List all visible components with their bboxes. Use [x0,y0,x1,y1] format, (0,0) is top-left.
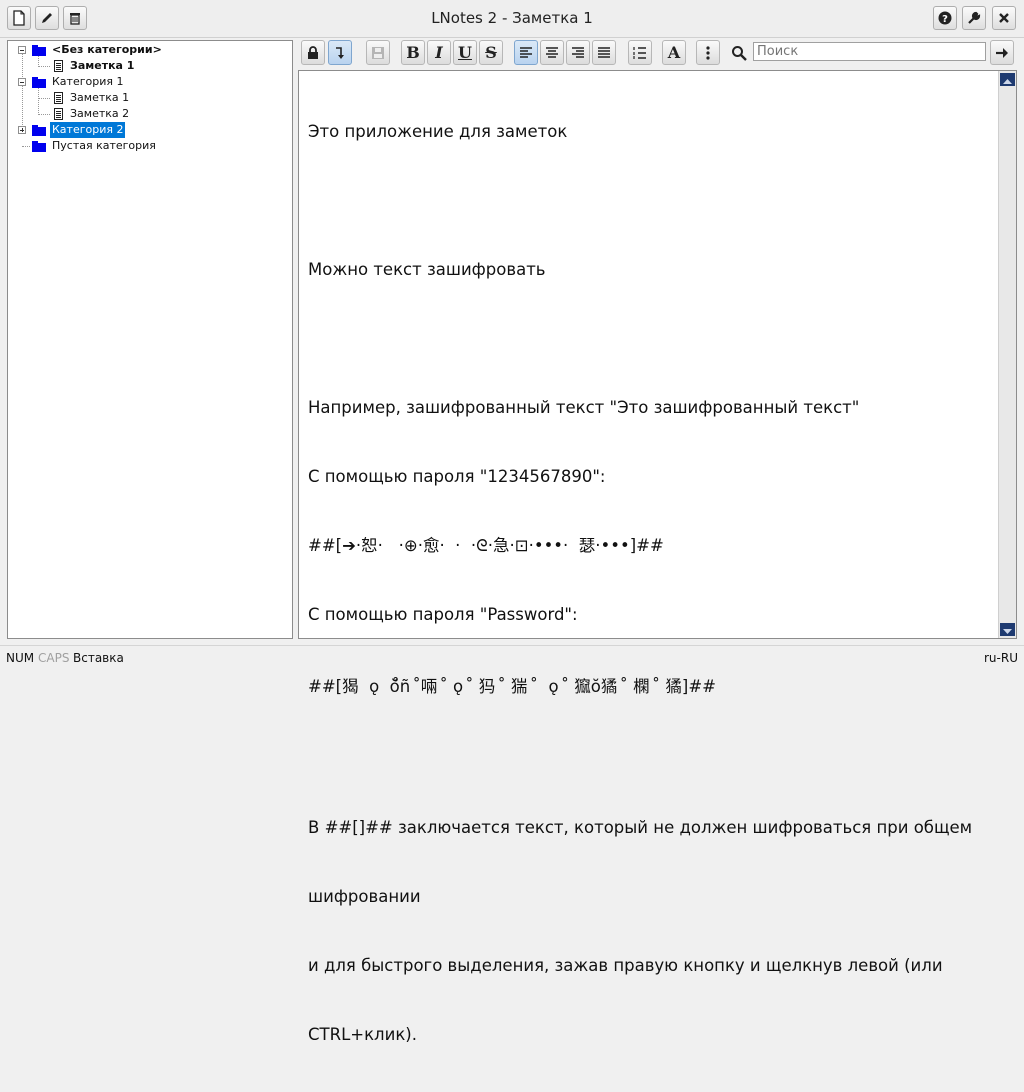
strikethrough-button[interactable]: S [479,40,503,65]
close-icon [999,13,1009,23]
settings-button[interactable] [962,6,986,30]
save-icon [372,46,384,59]
tree-item-category[interactable]: Пустая категория [8,138,292,154]
window-title: LNotes 2 - Заметка 1 [431,9,593,27]
text-line: Можно текст зашифровать [308,260,546,279]
folder-icon [32,141,46,152]
insert-mode-indicator: Вставка [73,651,124,665]
align-right-icon [572,46,584,58]
tree-item-label: <Без категории> [52,43,162,56]
note-text[interactable]: Это приложение для заметок Можно текст з… [308,74,998,1092]
font-button[interactable]: A [662,40,686,65]
locale-indicator: ru-RU [984,651,1018,665]
tree-item-note[interactable]: Заметка 1 [8,90,292,106]
help-icon: ? [938,11,952,25]
tree-item-no-category[interactable]: <Без категории> [8,42,292,58]
scroll-up-button[interactable] [1000,73,1015,86]
folder-open-icon [32,45,46,56]
search-icon [731,45,747,65]
align-right-button[interactable] [566,40,590,65]
text-line: и для быстрого выделения, зажав правую к… [308,956,943,975]
triangle-down-icon [1003,629,1012,634]
search-go-button[interactable] [990,40,1014,65]
expand-toggle[interactable] [18,126,26,134]
tree-item-label: Заметка 1 [70,91,130,104]
vertical-scrollbar[interactable] [998,71,1016,638]
justify-button[interactable] [592,40,616,65]
folder-icon [32,125,46,136]
lock-button[interactable] [301,40,325,65]
note-icon [54,108,63,120]
arrow-right-icon [996,47,1008,58]
wrap-arrow-icon [336,46,344,59]
tree-item-note[interactable]: Заметка 2 [8,106,292,122]
text-line: CTRL+клик). [308,1025,417,1044]
text-line: Это приложение для заметок [308,122,568,141]
note-editor[interactable]: Это приложение для заметок Можно текст з… [298,70,1017,1044]
tree-item-label: Пустая категория [52,139,156,152]
list-button[interactable] [628,40,652,65]
tree-item-label: Категория 2 [50,122,126,138]
tree-item-category[interactable]: Категория 1 [8,74,292,90]
note-icon [54,92,63,104]
title-bar: LNotes 2 - Заметка 1 ? [0,0,1024,38]
align-center-button[interactable] [540,40,564,65]
svg-text:?: ? [942,14,948,25]
lock-icon [308,45,318,59]
search-input[interactable] [753,42,986,61]
tree-item-category[interactable]: Категория 2 [8,122,292,138]
category-tree[interactable]: <Без категории> Заметка 1 Категория 1 За… [7,40,293,639]
text-line: шифровании [308,887,421,906]
align-left-icon [520,46,532,58]
tree-item-label: Заметка 1 [70,59,135,72]
text-line [308,747,998,770]
justify-icon [598,46,610,58]
underline-button[interactable]: U [453,40,477,65]
encrypted-line: ##[➔·恕· ·⊕·愈· · ·ᘓ·急·⊡·•••· 瑟·•••]## [308,536,664,555]
caps-lock-indicator: CAPS [38,651,70,665]
more-button[interactable] [696,40,720,65]
tree-item-note[interactable]: Заметка 1 [8,58,292,74]
encrypted-line: ##[猲 ǫ ŏ̊ñ ̊啢 ̊ ǫ ̊ 犸 ̊ 猯 ̊ ǫ ̊ 㺠ŏ獝 ̊ 㯗 … [308,677,716,696]
align-left-button[interactable] [514,40,538,65]
folder-open-icon [32,77,46,88]
collapse-toggle[interactable] [18,78,26,86]
more-vertical-icon [706,45,710,60]
note-icon [54,60,63,72]
collapse-toggle[interactable] [18,46,26,54]
text-line [308,327,998,350]
text-line: С помощью пароля "1234567890": [308,467,606,486]
italic-button[interactable]: I [427,40,451,65]
scroll-down-button[interactable] [1000,623,1015,636]
text-line: Например, зашифрованный текст "Это зашиф… [308,398,860,417]
help-button[interactable]: ? [933,6,957,30]
text-line: В ##[]## заключается текст, который не д… [308,818,973,837]
status-bar: NUM CAPS Вставка ru-RU [0,645,1024,671]
numbered-list-icon [633,46,646,59]
tree-item-label: Категория 1 [52,75,124,88]
save-button[interactable] [366,40,390,65]
tree-item-label: Заметка 2 [70,107,130,120]
text-line [308,189,998,212]
wrap-button[interactable] [328,40,352,65]
close-button[interactable] [992,6,1016,30]
num-lock-indicator: NUM [6,651,35,665]
bold-button[interactable]: B [401,40,425,65]
text-line: С помощью пароля "Password": [308,605,578,624]
triangle-up-icon [1003,79,1012,84]
align-center-icon [546,46,558,58]
wrench-icon [968,11,981,24]
editor-toolbar: B I U S A [297,40,1017,66]
